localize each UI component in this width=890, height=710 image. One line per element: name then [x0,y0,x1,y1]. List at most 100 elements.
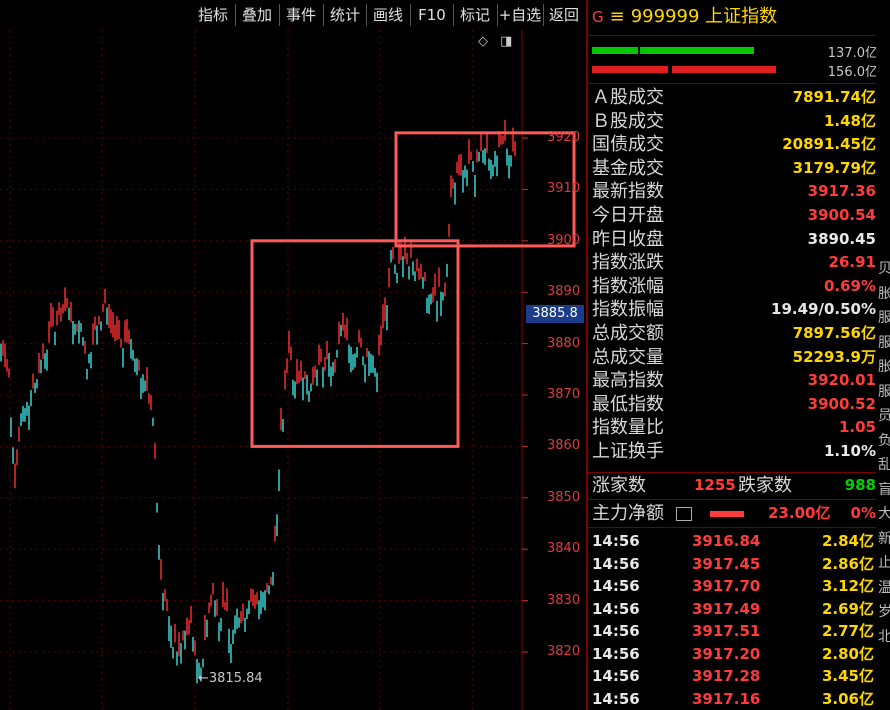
quote-label: 总成交量 [592,346,664,368]
quote-row: 指数振幅 19.49/0.50% [592,298,880,321]
sell-bar-value: 156.0亿 [827,65,878,80]
tick-volume: 2.80亿 [821,644,874,663]
tick-price: 3916.84 [692,532,761,550]
quote-row: 基金成交 3179.79亿 [592,157,880,180]
quote-label: 基金成交 [592,157,664,179]
intraday-chart[interactable]: ◇ ◨ 3920 3910 3900 3890 3880 3870 3860 3850 3840… [0,30,586,710]
quote-value: 3900.52 [807,394,876,413]
quote-value: 20891.45亿 [782,135,876,154]
buy-bar [592,47,638,54]
quote-label: 上证换手 [592,441,664,462]
quote-row: 今日开盘 3900.54 [592,204,880,227]
tick-price: 3917.70 [692,577,761,595]
tick-volume: 2.77亿 [821,622,874,640]
quote-label: Ａ股成交 [592,87,664,108]
quote-value: 1.48亿 [823,111,876,130]
add-watchlist-button[interactable]: +自选 [498,2,542,28]
g-icon[interactable]: G [592,8,604,26]
divider [588,527,890,528]
quote-row: 最低指数 3900.52 [592,393,880,416]
main-force-pct: 0% [850,504,876,522]
clipped-char: 大 [878,506,890,522]
quote-row: 上证换手 1.10% [592,440,880,463]
diamond-icon[interactable]: ◇ [478,34,488,49]
quote-label: 最高指数 [592,370,664,392]
y-tick-label: 3870 [547,387,581,402]
clipped-char: 服 [878,310,890,326]
clipped-char: 贝 [878,261,890,277]
tick-row: 14:56 3917.45 2.86亿 [592,553,880,575]
clipped-char: 负 [878,432,890,449]
quote-label: 最低指数 [592,393,664,415]
down-count-label: 跌家数 [738,475,792,496]
tick-row: 14:56 3917.49 2.69亿 [592,598,880,620]
quote-value: 3900.54 [807,206,876,224]
quote-value: 1.05 [838,418,876,437]
quote-row: 指数涨幅 0.69% [592,275,880,298]
list-icon[interactable] [676,507,692,521]
buy-bar [640,47,754,54]
tick-time: 14:56 [592,644,640,663]
y-tick-label: 3850 [547,489,581,505]
breadth-row: 涨家数 1255 跌家数 988 [592,474,880,497]
divider [588,35,890,36]
quote-panel: G ≡ 999999 上证指数 137.0亿 156.0亿 Ａ股成交 7891.74亿… [586,0,890,710]
overlay-button[interactable]: 叠加 [236,2,278,28]
y-tick-label: 3900 [547,232,581,248]
divider [588,472,890,473]
tick-time: 14:56 [592,667,640,685]
clipped-char: 胀 [878,285,890,302]
clipped-char: 胀 [878,359,890,375]
y-tick-label: 3830 [547,592,581,608]
sell-bar [672,66,776,73]
draw-line-button[interactable]: 画线 [367,2,409,28]
sell-bar [592,66,668,73]
quote-row: 昨日收盘 3890.45 [592,228,880,251]
tick-volume: 2.86亿 [821,554,874,573]
clipped-char: 服 [878,334,890,351]
divider [588,499,890,500]
quote-row: 最高指数 3920.01 [592,369,880,392]
quote-value: 3920.01 [807,371,876,390]
tick-time: 14:56 [592,599,640,618]
tick-volume: 3.06亿 [821,689,874,708]
tick-price: 3917.20 [692,644,761,663]
y-tick-label: 3820 [547,644,581,659]
tick-volume: 3.45亿 [821,667,874,685]
quote-value: 7891.74亿 [792,88,876,106]
y-tick-label: 3880 [547,335,581,351]
quote-row: 指数量比 1.05 [592,416,880,439]
quote-row: 指数涨跌 26.91 [592,251,880,274]
y-tick-label: 3910 [547,181,581,197]
menu-icon[interactable]: ≡ [610,6,625,27]
events-button[interactable]: 事件 [280,2,322,28]
panel-title: G ≡ 999999 上证指数 [592,4,777,30]
quote-label: 国债成交 [592,134,664,156]
indicator-button[interactable]: 指标 [192,2,234,28]
clipped-char: 乱 [878,457,890,473]
tick-price: 3917.51 [692,622,761,640]
tick-time: 14:56 [592,689,640,708]
tick-row: 14:56 3916.84 2.84亿 [592,530,880,552]
statistics-button[interactable]: 统计 [324,2,366,28]
quote-value: 52293.9万 [792,347,876,366]
f10-button[interactable]: F10 [411,2,453,28]
mark-button[interactable]: 标记 [454,2,496,28]
quote-label: 昨日收盘 [592,228,664,250]
tick-volume: 2.84亿 [821,532,874,550]
price-chart-svg [0,30,576,710]
main-force-row[interactable]: 主力净额 23.00亿 0% [592,502,880,525]
quote-value: 3890.45 [807,229,876,248]
quote-label: 最新指数 [592,181,664,203]
quote-value: 3917.36 [807,182,876,201]
tick-volume: 3.12亿 [821,577,874,595]
tick-price: 3917.16 [692,689,761,708]
quote-row: 最新指数 3917.36 [592,180,880,203]
back-button[interactable]: 返回 [544,2,584,28]
tick-row: 14:56 3917.51 2.77亿 [592,620,880,642]
quote-label: 总成交额 [592,323,664,344]
toolbar: 指标 叠加 事件 统计 画线 F10 标记 +自选 返回 [0,0,586,30]
quote-value: 19.49/0.50% [771,300,876,319]
quote-label: 指数涨跌 [592,252,664,274]
panel-toggle-icon[interactable]: ◨ [500,34,512,49]
